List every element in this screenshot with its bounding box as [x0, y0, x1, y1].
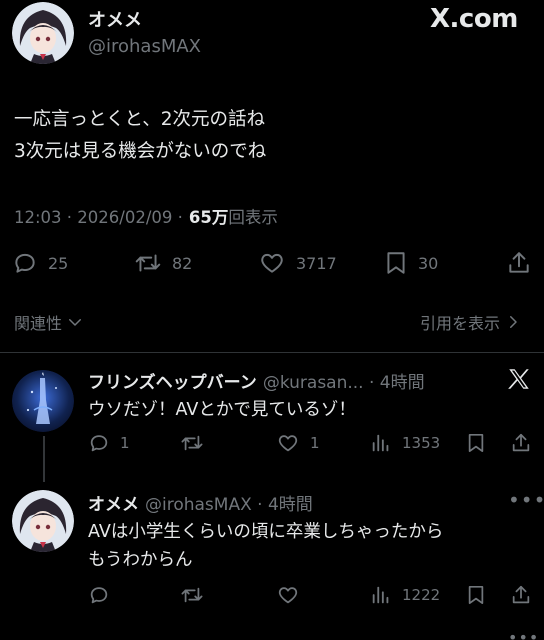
bookmark-button[interactable]	[466, 432, 486, 454]
like-count: 3717	[296, 253, 337, 273]
like-button[interactable]: 3717	[258, 250, 337, 276]
repost-icon	[135, 254, 161, 272]
quotes-label: 引用を表示	[420, 314, 501, 333]
views-label: 回表示	[228, 208, 278, 227]
repost-icon	[181, 435, 203, 451]
views-chart-icon	[372, 586, 389, 604]
share-icon	[509, 252, 529, 273]
bookmark-count: 30	[418, 253, 439, 273]
chevron-right-icon	[510, 316, 517, 328]
x-logo: X.com	[430, 4, 518, 34]
reply-button[interactable]	[88, 584, 120, 606]
reply-avatar[interactable]	[12, 490, 74, 552]
share-button[interactable]	[510, 584, 532, 606]
share-button[interactable]	[510, 432, 532, 454]
sort-relevance-dropdown[interactable]: 関連性	[14, 310, 84, 334]
reply-count: 25	[48, 253, 69, 273]
repost-button[interactable]: 82	[134, 250, 192, 276]
thread-line	[43, 436, 45, 482]
reply-handle-time[interactable]: @kurasan... · 4時間	[263, 368, 425, 393]
views-count: 1353	[402, 434, 441, 452]
views-button[interactable]: 1222	[370, 584, 440, 606]
reply-count: 1	[120, 434, 130, 452]
reply-display-name[interactable]: フリンズヘップバーン	[88, 368, 257, 393]
reply-icon	[90, 587, 108, 604]
reply-icon	[90, 435, 108, 452]
bookmark-icon	[468, 585, 484, 605]
heart-icon	[261, 253, 283, 273]
sort-label: 関連性	[14, 314, 63, 333]
heart-icon	[278, 587, 298, 604]
reply-header: オメメ @irohasMAX · 4時間	[88, 490, 313, 515]
views-count: 65万	[188, 208, 229, 227]
tweet-meta: 12:03 · 2026/02/09 · 65万 回表示	[14, 204, 278, 228]
repost-count: 82	[172, 253, 193, 273]
bookmark-icon	[387, 252, 405, 274]
share-icon	[512, 585, 530, 604]
reply-header: フリンズヘップバーン @kurasan... · 4時間	[88, 368, 425, 393]
reply-avatar[interactable]	[12, 370, 74, 432]
like-button[interactable]	[276, 584, 310, 606]
share-button[interactable]	[506, 250, 532, 276]
reply-button[interactable]: 25	[12, 250, 68, 276]
like-count: 1	[310, 434, 320, 452]
reply-text: AVは小学生くらいの頃に卒業しちゃったから もうわからん	[88, 522, 444, 570]
chevron-down-icon	[69, 319, 82, 326]
tweet-text: 一応言っとくと、2次元の話ね 3次元は見る機会がないのでね	[14, 109, 267, 162]
x-logo-icon	[506, 366, 532, 396]
views-button[interactable]: 1353	[370, 432, 440, 454]
bookmark-button[interactable]: 30	[384, 250, 438, 276]
reply-icon	[15, 253, 35, 273]
author-display-name[interactable]: オメメ	[88, 6, 142, 32]
reply-text: ウソだゾ！AVとかで見ているゾ！	[88, 400, 356, 420]
tweet-timestamp[interactable]: 12:03 · 2026/02/09 ·	[14, 208, 183, 227]
share-icon	[512, 433, 530, 452]
views-chart-icon	[372, 434, 389, 452]
reply-button[interactable]: 1	[88, 432, 130, 454]
divider	[0, 352, 544, 353]
views-count: 1222	[402, 586, 441, 604]
author-handle[interactable]: @irohasMAX	[88, 36, 201, 57]
repost-button[interactable]	[180, 584, 214, 606]
more-options-icon[interactable]: •••	[508, 630, 539, 640]
heart-icon	[278, 435, 298, 452]
reply-handle-time[interactable]: @irohasMAX · 4時間	[145, 490, 313, 515]
reply-display-name[interactable]: オメメ	[88, 490, 139, 515]
view-quotes-link[interactable]: 引用を表示	[420, 310, 522, 334]
repost-icon	[181, 587, 203, 603]
author-avatar[interactable]	[12, 2, 74, 64]
repost-button[interactable]	[180, 432, 214, 454]
bookmark-button[interactable]	[466, 584, 486, 606]
bookmark-icon	[468, 433, 484, 453]
like-button[interactable]: 1	[276, 432, 320, 454]
more-options-icon[interactable]: •••	[508, 488, 544, 512]
